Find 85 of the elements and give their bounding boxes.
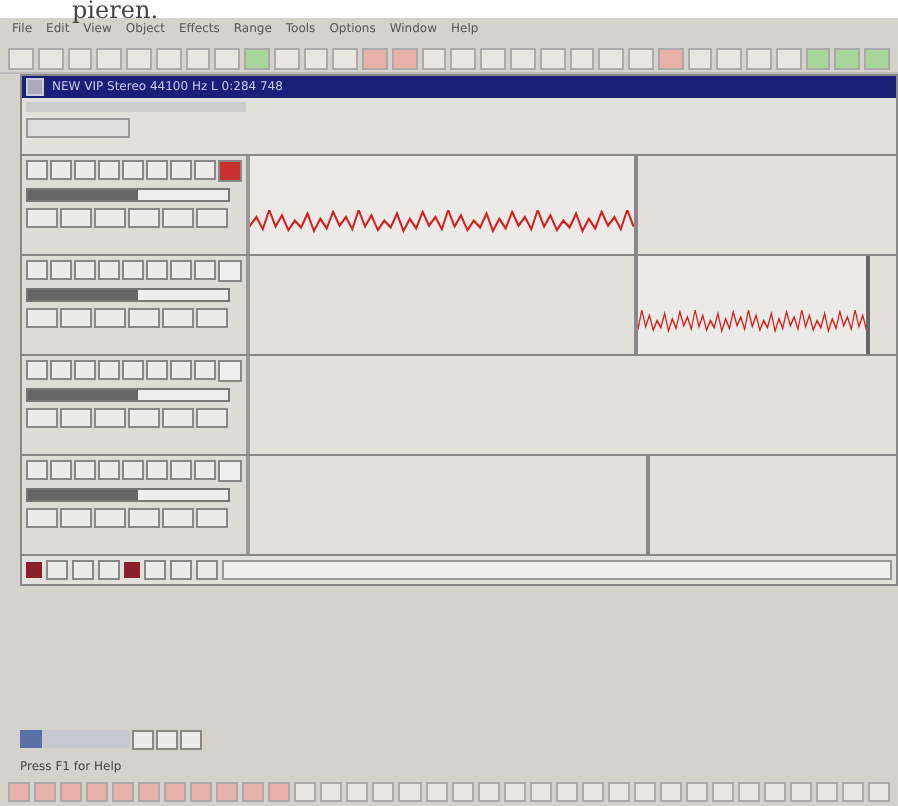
toolbar-button[interactable] [775, 48, 802, 70]
track-control-button[interactable] [144, 560, 166, 580]
toolbar-button[interactable] [96, 48, 123, 70]
zoom-button[interactable] [156, 730, 178, 750]
record-button[interactable] [218, 460, 242, 482]
toolbar-button[interactable] [815, 782, 838, 802]
toolbar-button[interactable] [685, 782, 708, 802]
toolbar-button[interactable] [126, 48, 152, 70]
zoom-button[interactable] [132, 730, 154, 750]
record-button[interactable] [218, 360, 242, 382]
toolbar-button[interactable] [789, 782, 812, 802]
volume-slider[interactable] [26, 488, 230, 502]
track-header-button[interactable] [26, 118, 130, 138]
track-control-button[interactable] [196, 560, 218, 580]
track-control-button[interactable] [170, 560, 192, 580]
record-button[interactable] [218, 260, 242, 282]
toolbar-button[interactable] [711, 782, 734, 802]
toolbar-button[interactable] [687, 48, 713, 70]
toolbar-button[interactable] [242, 782, 265, 802]
toolbar-button[interactable] [34, 782, 57, 802]
toolbar-button[interactable] [8, 782, 31, 802]
record-indicator-icon [124, 562, 140, 578]
toolbar-button[interactable] [581, 782, 604, 802]
toolbar-button[interactable] [67, 48, 93, 70]
toolbar-button[interactable] [746, 48, 772, 70]
toolbar-button[interactable] [372, 782, 395, 802]
record-button[interactable] [218, 160, 242, 182]
toolbar-button[interactable] [834, 48, 861, 70]
toolbar-button[interactable] [633, 782, 656, 802]
toolbar-button[interactable] [539, 48, 566, 70]
track-control-button[interactable] [46, 560, 68, 580]
toolbar-button[interactable] [273, 48, 300, 70]
toolbar-button[interactable] [155, 48, 182, 70]
toolbar-button[interactable] [628, 48, 654, 70]
track-control-button[interactable] [72, 560, 94, 580]
toolbar-button[interactable] [391, 48, 418, 70]
toolbar-button[interactable] [842, 782, 865, 802]
toolbar-button[interactable] [303, 48, 329, 70]
toolbar-button[interactable] [8, 48, 34, 70]
toolbar-button[interactable] [214, 48, 241, 70]
caption-text: pieren. [70, 0, 159, 18]
toolbar-button[interactable] [294, 782, 317, 802]
volume-slider[interactable] [26, 188, 230, 202]
toolbar-button[interactable] [320, 782, 343, 802]
toolbar-button[interactable] [185, 48, 211, 70]
toolbar-button[interactable] [598, 48, 625, 70]
toolbar-button[interactable] [569, 48, 595, 70]
toolbar-button[interactable] [164, 782, 187, 802]
toolbar-button[interactable] [332, 48, 359, 70]
toolbar-button[interactable] [805, 48, 831, 70]
zoom-slider[interactable] [20, 730, 130, 748]
record-indicator-icon [26, 562, 42, 578]
toolbar-button[interactable] [86, 782, 109, 802]
track-control-button[interactable] [98, 560, 120, 580]
toolbar-button[interactable] [510, 48, 536, 70]
toolbar-button[interactable] [112, 782, 135, 802]
volume-slider[interactable] [26, 288, 230, 302]
toolbar-button[interactable] [450, 48, 477, 70]
toolbar-button[interactable] [737, 782, 760, 802]
toolbar-button[interactable] [346, 782, 369, 802]
toolbar-button[interactable] [451, 782, 474, 802]
toolbar-button[interactable] [607, 782, 630, 802]
toolbar-button[interactable] [421, 48, 447, 70]
toolbar-button[interactable] [37, 48, 64, 70]
toolbar-button[interactable] [398, 782, 421, 802]
toolbar-button[interactable] [268, 782, 291, 802]
toolbar-button[interactable] [480, 48, 507, 70]
zoom-button[interactable] [180, 730, 202, 750]
toolbar-button[interactable] [477, 782, 500, 802]
toolbar-button[interactable] [657, 48, 684, 70]
toolbar-button[interactable] [138, 782, 161, 802]
volume-slider[interactable] [26, 388, 230, 402]
toolbar-button[interactable] [425, 782, 448, 802]
toolbar-button[interactable] [529, 782, 552, 802]
toolbar-button[interactable] [216, 782, 239, 802]
document-icon [26, 78, 44, 96]
toolbar-button[interactable] [60, 782, 83, 802]
toolbar-button[interactable] [190, 782, 213, 802]
toolbar-button[interactable] [763, 782, 786, 802]
toolbar-button[interactable] [716, 48, 743, 70]
toolbar-button[interactable] [555, 782, 578, 802]
toolbar-button[interactable] [659, 782, 682, 802]
horizontal-scrollbar[interactable] [222, 560, 892, 580]
toolbar-button[interactable] [868, 782, 891, 802]
toolbar-button[interactable] [503, 782, 526, 802]
